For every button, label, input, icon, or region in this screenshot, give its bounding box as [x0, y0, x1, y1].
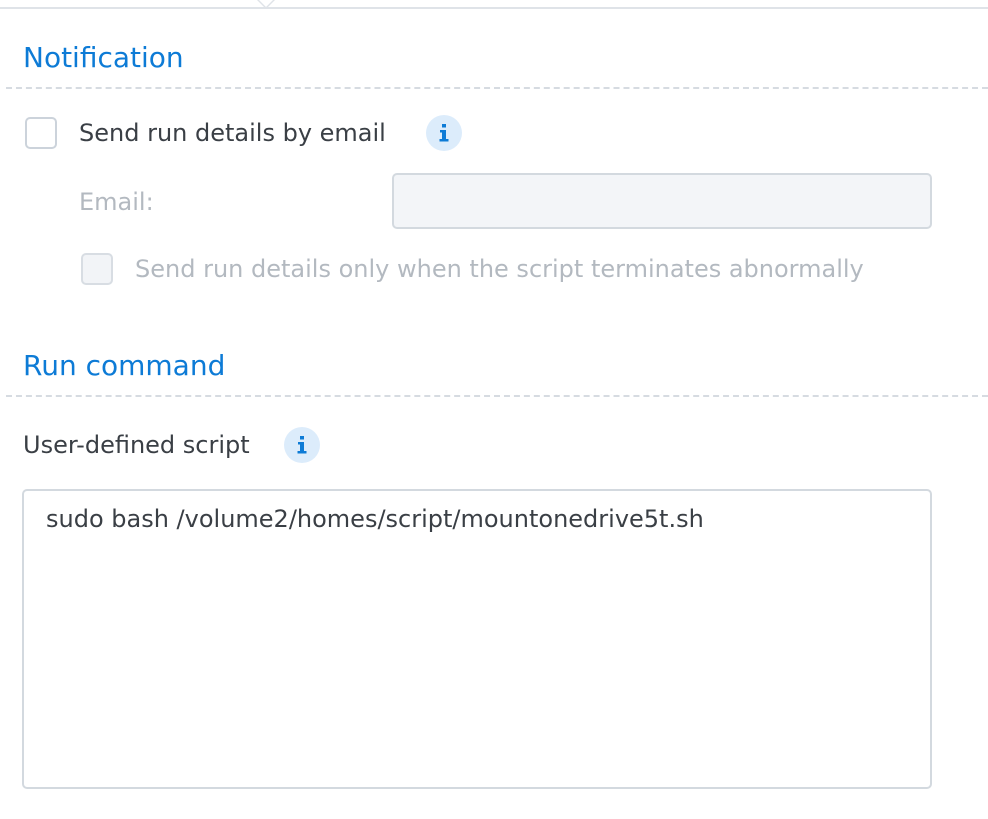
email-label: Email:: [79, 188, 154, 216]
send-email-checkbox[interactable]: [25, 117, 57, 149]
task-settings-panel: Notification Send run details by email E…: [0, 0, 988, 819]
script-textarea[interactable]: sudo bash /volume2/homes/script/mountone…: [22, 489, 932, 789]
notification-section-title: Notification: [23, 41, 184, 74]
abnormal-only-checkbox[interactable]: [81, 253, 113, 285]
run-command-section-title: Run command: [23, 349, 226, 382]
info-icon[interactable]: [426, 115, 462, 151]
abnormal-only-label[interactable]: Send run details only when the script te…: [135, 257, 864, 281]
run-command-divider: [6, 395, 988, 397]
script-label: User-defined script: [23, 431, 250, 459]
info-icon[interactable]: [284, 427, 320, 463]
email-field[interactable]: [392, 173, 932, 229]
notification-divider: [6, 87, 988, 89]
info-glyph-icon: [297, 436, 307, 454]
info-glyph-icon: [439, 124, 449, 142]
send-email-label[interactable]: Send run details by email: [79, 121, 386, 145]
tab-border: [0, 7, 988, 9]
tab-pointer-inner: [259, 0, 273, 7]
